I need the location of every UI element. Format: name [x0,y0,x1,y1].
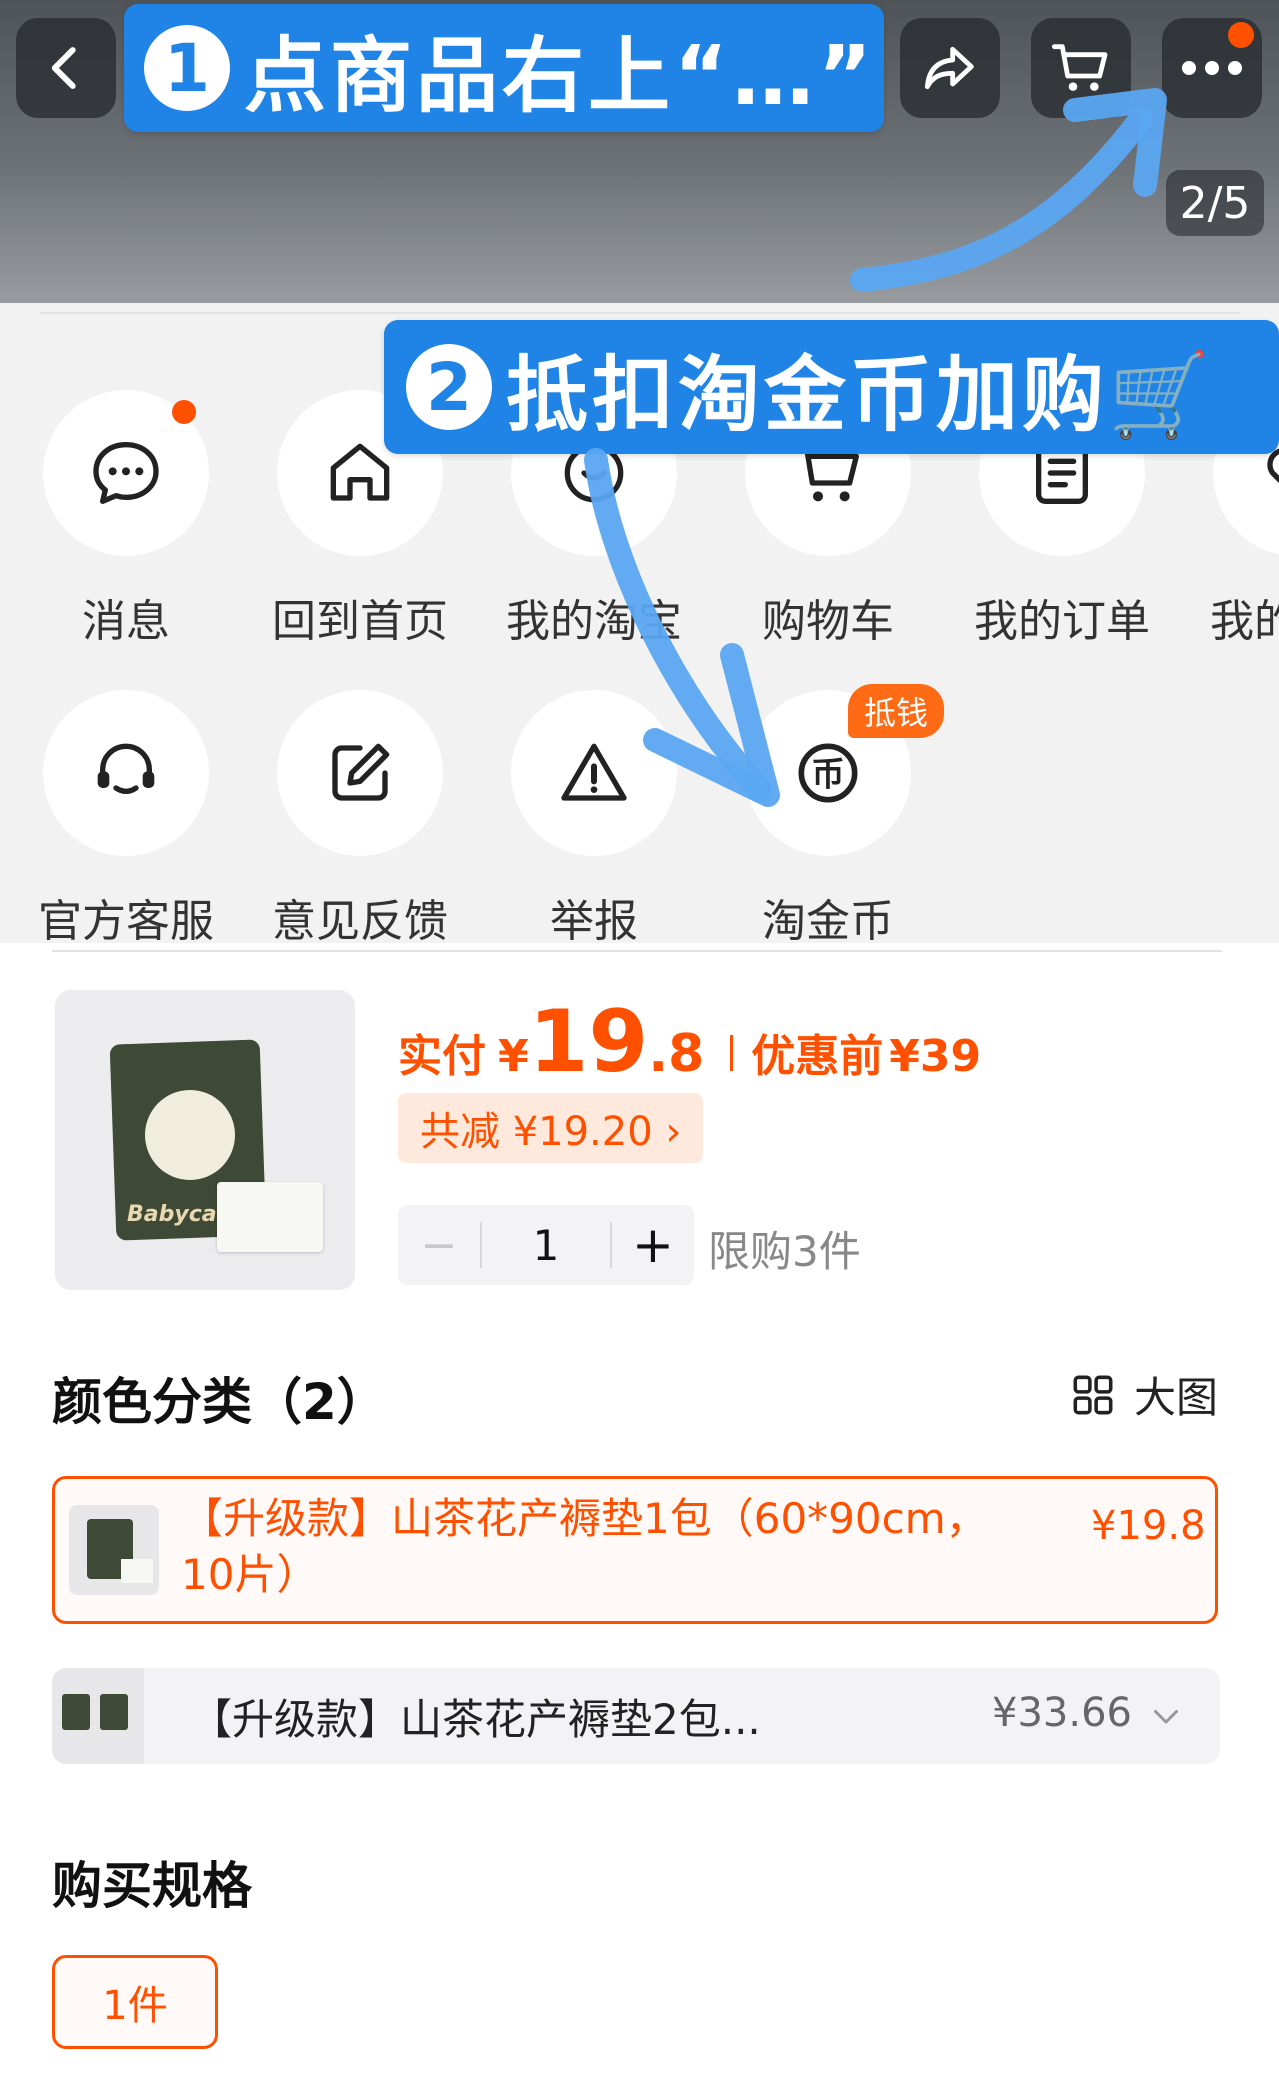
notification-dot [1228,22,1254,48]
back-button[interactable] [16,18,116,118]
spec-section-title: 购买规格 [52,1857,252,1915]
variant-thumbnail [52,1668,144,1764]
price-decimal: .8 [648,1024,705,1084]
step1-text: 点商品右上“…” [244,28,876,124]
variant-thumbnail [69,1505,159,1595]
menu-label: 消息 [82,596,170,647]
variant-name: 【升级款】山茶花产褥垫2包... [190,1695,761,1744]
grid-icon [1073,1375,1113,1414]
menu-label: 回到首页 [272,596,448,647]
menu-icon-circle [277,690,443,856]
pay-label: 实付 [398,1031,486,1082]
coupon-badge: 抵钱 [848,684,945,738]
tutorial-arrow-1 [850,88,1167,292]
price-row: 实付 ¥ 19 .8 优惠前 ¥39 [398,992,981,1092]
tutorial-callout-step1: 1 点商品右上“…” [124,4,884,132]
variant-price: ¥33.66 [992,1690,1132,1736]
variant-option[interactable]: 【升级款】山茶花产褥垫2包... ¥33.66 [52,1668,1220,1764]
menu-item-customer-service[interactable]: 官方客服 [0,690,234,970]
chevron-down-icon[interactable] [1148,1698,1184,1734]
menu-label: 官方客服 [38,896,214,947]
product-thumbnail[interactable]: Babycare [55,990,355,1290]
menu-item-feedback[interactable]: 意见反馈 [234,690,468,970]
chevron-left-icon [51,47,76,89]
original-price: ¥39 [889,1031,982,1082]
menu-label: 举报 [550,896,638,947]
price-integer: 19 [528,992,649,1092]
tutorial-callout-step2: 2 抵扣淘金币加购🛒 [384,320,1279,454]
image-page-indicator: 2/5 [1166,170,1264,236]
menu-label: 意见反馈 [272,896,448,947]
currency-symbol: ¥ [498,1031,529,1082]
quantity-stepper: − 1 + [398,1205,694,1285]
headset-icon [97,743,155,794]
menu-item-messages[interactable]: 消息 [0,390,234,670]
variant-price: ¥19.8 [1091,1503,1206,1549]
step2-number: 2 [406,344,492,430]
decrease-button[interactable]: − [398,1205,480,1285]
variant-option-selected[interactable]: 【升级款】山茶花产褥垫1包（60*90cm，10片） ¥19.8 [52,1476,1218,1624]
variant-section-title: 颜色分类（2） [52,1373,387,1431]
divider [40,312,1240,314]
quantity-value[interactable]: 1 [482,1205,610,1285]
discount-details-button[interactable]: 共减 ¥19.20 › [398,1093,704,1163]
menu-label: 淘金币 [762,896,894,947]
message-badge-dot [172,400,196,424]
step1-number: 1 [144,25,230,111]
large-image-toggle[interactable]: 大图 [1068,1364,1218,1425]
menu-label: 我的 [1210,596,1279,647]
price-separator [730,1035,734,1071]
variant-name: 【升级款】山茶花产褥垫1包（60*90cm，10片） [181,1494,988,1599]
purchase-limit: 限购3件 [708,1227,861,1276]
menu-icon-circle [43,690,209,856]
message-icon [93,442,159,505]
divider [52,950,1222,952]
increase-button[interactable]: + [612,1205,694,1285]
menu-label: 我的订单 [974,596,1150,647]
more-dots-icon [1182,61,1242,75]
step2-text: 抵扣淘金币加购🛒 [506,347,1215,443]
large-image-label: 大图 [1134,1373,1219,1422]
edit-icon [332,743,390,801]
original-label: 优惠前 [751,1031,884,1082]
tutorial-arrow-2 [584,448,780,807]
spec-option-selected[interactable]: 1件 [52,1955,218,2049]
